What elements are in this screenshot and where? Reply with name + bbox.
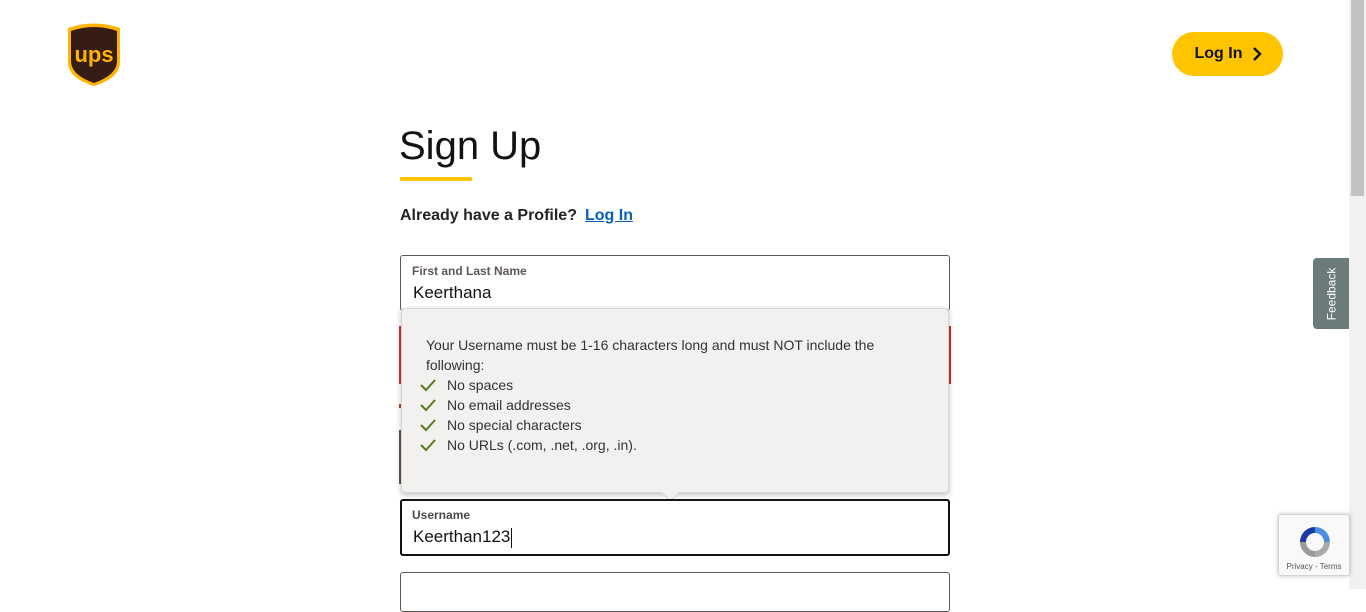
name-field-label: First and Last Name xyxy=(412,264,527,278)
feedback-label: Feedback xyxy=(1324,267,1339,320)
rule-item: No special characters xyxy=(420,415,924,435)
username-rules-tooltip: Your Username must be 1-16 characters lo… xyxy=(401,308,949,502)
scrollbar-thumb[interactable] xyxy=(1351,0,1364,196)
text-caret xyxy=(511,527,513,548)
feedback-tab[interactable]: Feedback xyxy=(1313,258,1349,329)
rule-text: No special characters xyxy=(447,417,582,433)
username-field[interactable]: Username Keerthan123 xyxy=(400,499,950,556)
rule-text: No spaces xyxy=(447,377,514,393)
login-link[interactable]: Log In xyxy=(585,207,633,225)
ups-logo[interactable]: ups xyxy=(66,22,122,88)
already-have-profile-text: Already have a Profile? xyxy=(400,207,577,224)
recaptcha-icon xyxy=(1300,527,1330,557)
page-title: Sign Up xyxy=(399,124,542,168)
name-field[interactable]: First and Last Name Keerthana xyxy=(400,255,950,311)
tooltip-rules-list: No spaces No email addresses No special … xyxy=(420,375,924,455)
rule-text: No URLs (.com, .net, .org, .in). xyxy=(447,437,637,453)
ups-shield-icon: ups xyxy=(68,23,120,86)
tooltip-intro: Your Username must be 1-16 characters lo… xyxy=(426,337,875,373)
rule-item: No email addresses xyxy=(420,395,924,415)
chevron-right-icon xyxy=(1253,47,1263,61)
header-login-label: Log In xyxy=(1194,45,1243,62)
page-scrollbar[interactable] xyxy=(1349,0,1366,589)
header-login-button[interactable]: Log In xyxy=(1172,32,1283,76)
rule-text: No email addresses xyxy=(447,397,571,413)
name-field-value[interactable]: Keerthana xyxy=(413,283,491,303)
title-underline xyxy=(400,177,472,181)
recaptcha-badge[interactable]: Privacy - Terms xyxy=(1278,514,1350,576)
check-icon xyxy=(420,379,436,392)
check-icon xyxy=(420,399,436,412)
ups-logo-text: ups xyxy=(74,42,113,67)
username-field-label: Username xyxy=(412,508,471,522)
username-field-value[interactable]: Keerthan123 xyxy=(413,527,513,548)
username-value-text: Keerthan123 xyxy=(413,527,511,546)
check-icon xyxy=(420,439,436,452)
rule-item: No URLs (.com, .net, .org, .in). xyxy=(420,435,924,455)
check-icon xyxy=(420,419,436,432)
recaptcha-links[interactable]: Privacy - Terms xyxy=(1279,562,1349,571)
rule-item: No spaces xyxy=(420,375,924,395)
next-field[interactable] xyxy=(400,572,950,612)
